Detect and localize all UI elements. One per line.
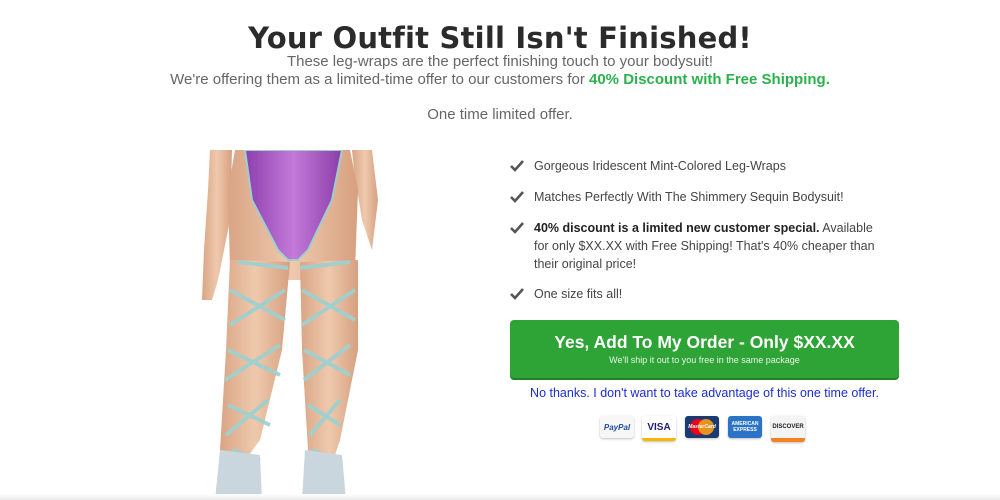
check-icon (510, 191, 524, 203)
mastercard-card-icon: MasterCard (685, 416, 719, 438)
add-to-order-label: Yes, Add To My Order - Only $XX.XX (554, 332, 855, 352)
check-icon (510, 222, 524, 234)
feature-text: Gorgeous Iridescent Mint-Colored Leg-Wra… (534, 159, 786, 173)
feature-text: One size fits all! (534, 287, 623, 301)
intro-line-2: We're offering them as a limited-time of… (0, 71, 1000, 89)
decline-offer-link[interactable]: No thanks. I don't want to take advantag… (510, 386, 899, 400)
check-icon (510, 288, 524, 300)
feature-item: 40% discount is a limited new customer s… (510, 219, 890, 273)
check-icon (510, 160, 524, 172)
page-bottom-divider (0, 494, 1000, 500)
limited-offer-text: One time limited offer. (427, 106, 573, 123)
amex-card-icon: AMERICAN EXPRESS (728, 416, 762, 438)
paypal-card-icon: PayPal (600, 416, 634, 438)
feature-text: Matches Perfectly With The Shimmery Sequ… (534, 190, 844, 204)
discover-card-icon: DISCOVER (771, 416, 805, 442)
feature-item: One size fits all! (510, 285, 622, 303)
discount-highlight: 40% Discount with Free Shipping. (589, 71, 830, 88)
feature-item: Matches Perfectly With The Shimmery Sequ… (510, 188, 844, 206)
add-to-order-sublabel: We'll ship it out to you free in the sam… (609, 355, 800, 365)
feature-bold-text: 40% discount is a limited new customer s… (534, 221, 820, 235)
mastercard-label: MasterCard (688, 424, 716, 430)
add-to-order-button[interactable]: Yes, Add To My Order - Only $XX.XX We'll… (510, 320, 899, 378)
visa-card-icon: VISA (642, 416, 676, 441)
feature-item: Gorgeous Iridescent Mint-Colored Leg-Wra… (510, 157, 786, 175)
leg-wraps-product-image (202, 150, 378, 500)
intro-line-1: These leg-wraps are the perfect finishin… (286, 53, 714, 70)
intro-line-2-text: We're offering them as a limited-time of… (170, 71, 589, 88)
page-title: Your Outfit Still Isn't Finished! (248, 21, 752, 56)
